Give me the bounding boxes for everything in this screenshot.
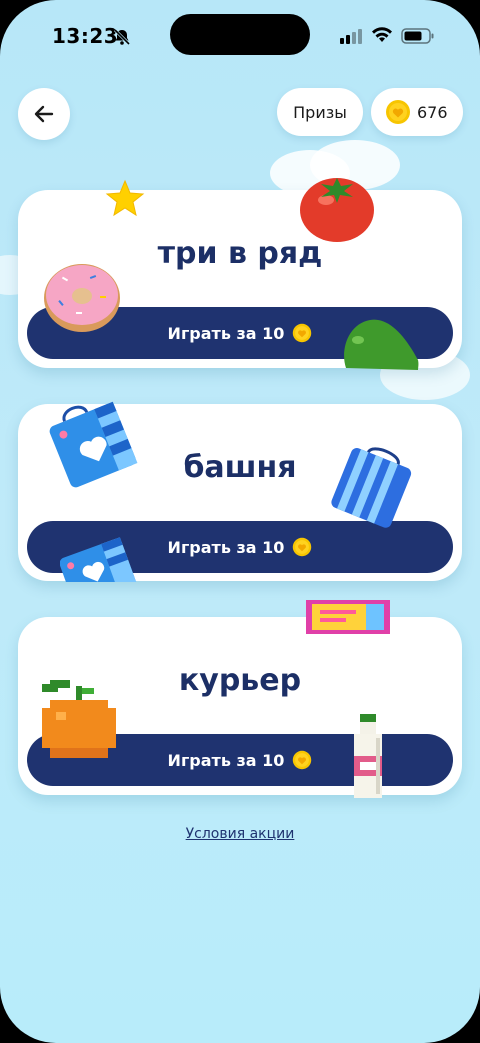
app-screen: 13:23 Призы 676 три в ряд Играть за 10 б…	[0, 0, 480, 1043]
coin-balance-value: 676	[417, 102, 448, 122]
coin-balance-badge[interactable]: 676	[371, 88, 463, 136]
gift-bag-icon	[60, 537, 141, 582]
bell-slash-icon	[113, 28, 131, 46]
status-bar: 13:23	[0, 0, 480, 70]
star-icon	[105, 179, 145, 217]
prizes-button[interactable]: Призы	[277, 88, 363, 136]
status-time: 13:23	[52, 24, 119, 48]
battery-icon	[401, 28, 434, 44]
terms-link[interactable]: Условия акции	[0, 826, 480, 842]
candy-bar-icon	[306, 600, 390, 634]
prizes-label: Призы	[293, 102, 347, 122]
back-arrow-icon	[34, 105, 54, 123]
signal-icon	[340, 29, 362, 44]
coin-icon	[386, 100, 410, 124]
striped-box-icon	[331, 447, 412, 528]
tomato-icon	[300, 178, 374, 242]
play-button-label: Играть за 10	[167, 323, 285, 343]
coin-icon	[293, 750, 312, 770]
play-button-label: Играть за 10	[167, 537, 285, 557]
milk-bottle-icon	[354, 714, 382, 798]
orange-icon	[42, 680, 116, 758]
coin-icon	[293, 537, 312, 557]
wifi-icon	[372, 27, 392, 42]
dynamic-island	[170, 14, 310, 55]
play-button-label: Играть за 10	[167, 750, 285, 770]
donut-icon	[44, 264, 120, 332]
gift-bag-icon	[49, 401, 138, 488]
avocado-icon	[344, 319, 419, 370]
coin-icon	[293, 323, 312, 343]
back-button[interactable]	[18, 88, 70, 140]
